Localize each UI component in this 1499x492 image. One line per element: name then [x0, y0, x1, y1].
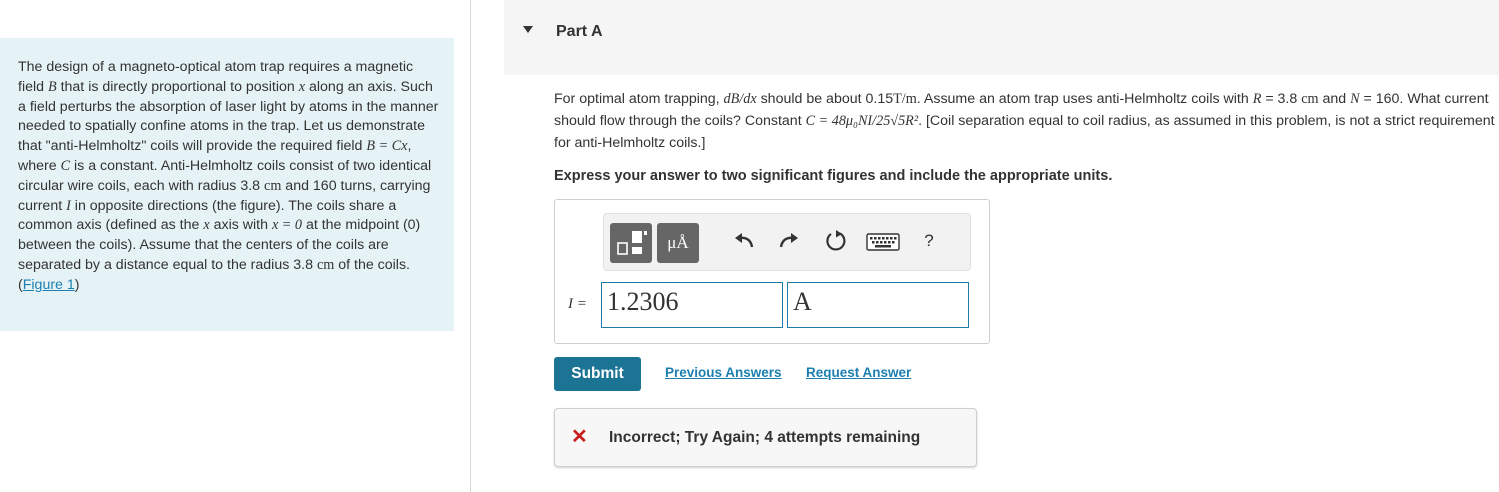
templates-icon	[617, 231, 647, 255]
templates-button[interactable]	[610, 223, 652, 263]
question-text: For optimal atom trapping, dB/dx should …	[554, 91, 1495, 151]
units-button[interactable]: μÅ	[657, 223, 699, 263]
reset-icon[interactable]	[823, 228, 849, 254]
request-answer-link[interactable]: Request Answer	[806, 365, 911, 380]
submit-button[interactable]: Submit	[554, 357, 641, 391]
collapse-triangle-icon[interactable]	[523, 26, 533, 33]
variable-label: I =	[568, 296, 587, 312]
figure-link[interactable]: Figure 1	[23, 277, 75, 293]
answer-value-input[interactable]: 1.2306	[601, 282, 783, 328]
math-toolbar: μÅ ?	[603, 213, 971, 271]
column-divider	[470, 0, 471, 492]
feedback-box: ✕ Incorrect; Try Again; 4 attempts remai…	[554, 408, 977, 467]
problem-statement: The design of a magneto-optical atom tra…	[0, 38, 454, 331]
redo-icon[interactable]	[776, 228, 802, 254]
previous-answers-link[interactable]: Previous Answers	[665, 365, 782, 380]
undo-icon[interactable]	[731, 228, 757, 254]
units-label: μÅ	[667, 233, 689, 252]
x-mark-icon: ✕	[571, 426, 588, 448]
part-title: Part A	[556, 23, 603, 40]
keyboard-icon[interactable]	[866, 233, 900, 251]
answer-unit-input[interactable]: A	[787, 282, 969, 328]
part-header[interactable]: Part A	[504, 0, 1499, 75]
help-icon[interactable]: ?	[914, 228, 944, 254]
answer-instruction: Express your answer to two significant f…	[554, 168, 1113, 184]
feedback-text: Incorrect; Try Again; 4 attempts remaini…	[609, 429, 921, 446]
answer-box: μÅ ? I = 1.2306 A	[554, 199, 990, 344]
